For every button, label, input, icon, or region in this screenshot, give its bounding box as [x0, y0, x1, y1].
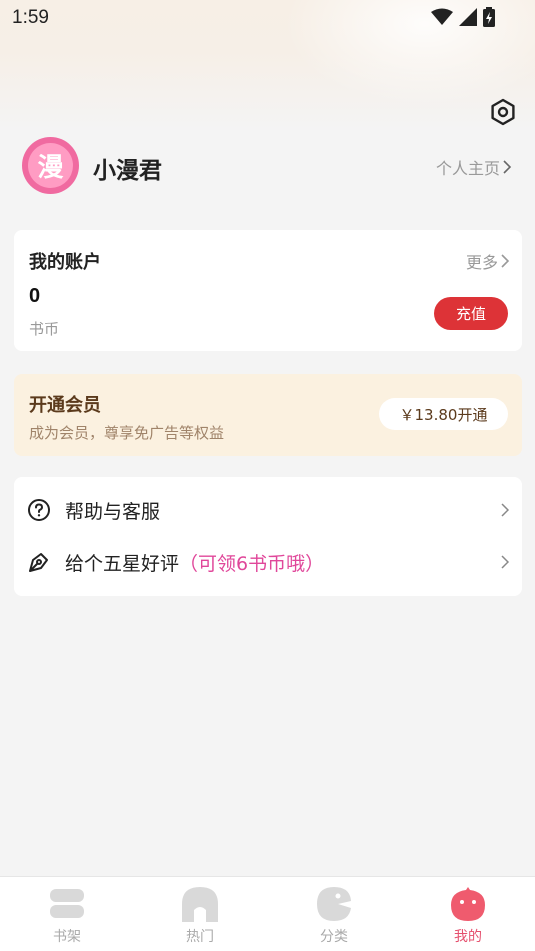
tab-popular[interactable]: 热门 [150, 877, 250, 951]
tab-label: 分类 [320, 929, 348, 945]
account-title: 我的账户 [29, 252, 101, 273]
settings-button[interactable] [489, 98, 517, 126]
bottom-tab-bar: 书架 热门 分类 我的 [0, 876, 535, 951]
profile-header: 漫 小漫君 个人主页 [22, 137, 522, 195]
menu-item-rate[interactable]: 给个五星好评（可领6书币哦） [14, 536, 522, 588]
tab-label: 我的 [454, 929, 482, 945]
menu-item-label: 给个五星好评（可领6书币哦） [65, 549, 324, 576]
rate-reward-hint: （可领6书币哦） [179, 552, 325, 575]
popular-icon [182, 887, 218, 922]
profile-icon [451, 887, 485, 921]
homepage-link[interactable]: 个人主页 [436, 155, 512, 179]
pen-icon [29, 553, 48, 572]
avatar-logo: 漫 [28, 143, 73, 188]
status-icons [431, 7, 495, 27]
vip-title: 开通会员 [29, 395, 101, 416]
status-bar: 1:59 [0, 0, 535, 36]
menu-card: 帮助与客服 给个五星好评（可领6书币哦） [14, 477, 522, 596]
account-card: 我的账户 更多 0 书币 充值 [14, 230, 522, 351]
tab-category[interactable]: 分类 [284, 877, 384, 951]
status-time: 1:59 [12, 7, 49, 28]
battery-icon [483, 7, 495, 27]
wifi-icon [431, 8, 453, 25]
chevron-right-icon [503, 160, 512, 174]
menu-item-help[interactable]: 帮助与客服 [14, 484, 522, 536]
tab-bookshelf[interactable]: 书架 [17, 877, 117, 951]
signal-icon [459, 8, 477, 26]
vip-open-button[interactable]: ￥13.80开通 [379, 398, 508, 430]
settings-icon [491, 98, 515, 126]
vip-description: 成为会员，尊享免广告等权益 [29, 424, 225, 442]
chevron-right-icon [501, 254, 510, 268]
rate-label: 给个五星好评 [65, 552, 180, 575]
menu-item-label: 帮助与客服 [65, 500, 161, 523]
category-icon [317, 887, 351, 921]
coin-balance: 0 [29, 285, 41, 307]
chevron-right-icon [501, 555, 510, 569]
vip-card[interactable]: 开通会员 成为会员，尊享免广告等权益 ￥13.80开通 [14, 374, 522, 456]
coin-label: 书币 [29, 320, 60, 338]
recharge-button[interactable]: 充值 [434, 297, 508, 330]
more-label: 更多 [465, 253, 498, 272]
help-circle-icon [28, 499, 50, 521]
tab-label: 热门 [186, 929, 214, 945]
tab-profile[interactable]: 我的 [418, 877, 518, 951]
tab-label: 书架 [53, 929, 81, 945]
homepage-label: 个人主页 [435, 159, 500, 178]
bookshelf-icon [50, 889, 84, 918]
avatar[interactable]: 漫 [22, 137, 79, 194]
username: 小漫君 [93, 158, 162, 184]
account-more-link[interactable]: 更多 [466, 249, 510, 273]
chevron-right-icon [501, 503, 510, 517]
